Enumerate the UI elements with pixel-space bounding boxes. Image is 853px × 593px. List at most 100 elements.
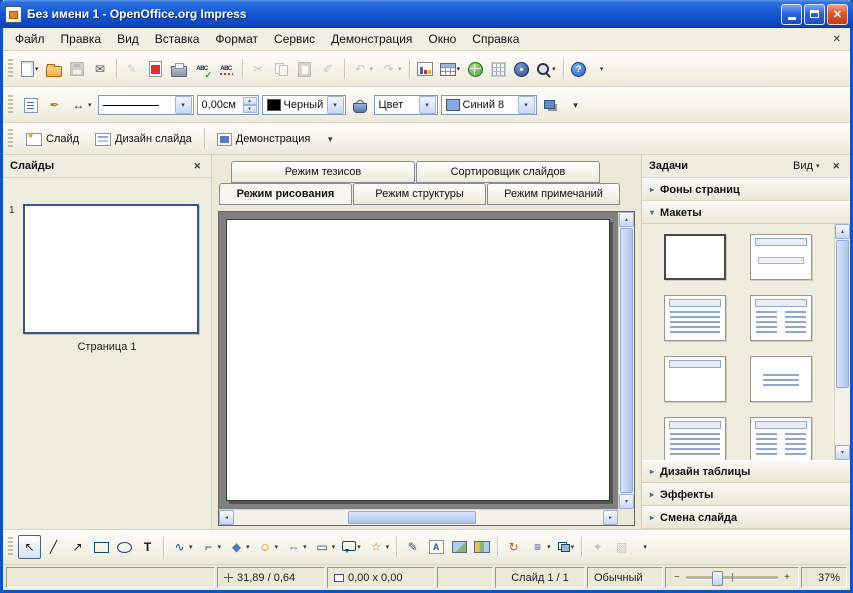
line-width-spinner[interactable]: 0,00см xyxy=(196,95,259,115)
select-button[interactable]: ↖ xyxy=(18,535,41,559)
insert-chart-button[interactable] xyxy=(414,57,436,81)
vertical-scroll-thumb[interactable] xyxy=(620,228,633,493)
zoom-slider-track[interactable] xyxy=(685,570,779,586)
edit-file-button[interactable]: ✎ xyxy=(121,57,144,81)
tab-outline-view[interactable]: Режим структуры xyxy=(353,183,486,205)
toolbar-options-button[interactable] xyxy=(634,535,656,559)
scroll-down-button[interactable] xyxy=(619,494,634,509)
flowchart-button[interactable]: ▭ xyxy=(311,535,339,559)
toolbar-grip[interactable] xyxy=(8,95,13,115)
basic-shapes-button[interactable]: ◆ xyxy=(225,535,253,559)
menu-insert[interactable]: Вставка xyxy=(147,29,208,49)
toolbar-grip[interactable] xyxy=(8,59,13,79)
menu-view[interactable]: Вид xyxy=(109,29,147,49)
fill-style-dropdown-icon[interactable] xyxy=(418,96,436,114)
horizontal-scroll-thumb[interactable] xyxy=(348,511,476,524)
arrange-button[interactable] xyxy=(555,535,578,559)
section-table-design[interactable]: ▸ Дизайн таблицы xyxy=(642,460,850,483)
maximize-button[interactable] xyxy=(804,3,825,25)
spellcheck-button[interactable]: ABC xyxy=(191,57,214,81)
open-button[interactable] xyxy=(43,57,65,81)
section-slide-transition[interactable]: ▸ Смена слайда xyxy=(642,506,850,529)
fill-color-combo[interactable]: Синий 8 xyxy=(440,95,537,115)
zoom-percent-cell[interactable]: 37% xyxy=(801,567,847,588)
rectangle-button[interactable] xyxy=(90,535,112,559)
zoom-button[interactable] xyxy=(533,57,559,81)
minimize-button[interactable] xyxy=(781,3,802,25)
line-style-dropdown-icon[interactable] xyxy=(174,96,192,114)
menu-edit[interactable]: Правка xyxy=(53,29,110,49)
insert-table-button[interactable] xyxy=(437,57,464,81)
edit-points-button[interactable]: ✎ xyxy=(401,535,424,559)
print-button[interactable] xyxy=(168,57,190,81)
gallery-button[interactable] xyxy=(471,535,493,559)
menu-file[interactable]: Файл xyxy=(7,29,53,49)
horizontal-scrollbar[interactable] xyxy=(219,509,618,525)
line-style-combo[interactable] xyxy=(97,95,194,115)
shadow-button[interactable] xyxy=(540,93,562,117)
undo-button[interactable]: ↶ xyxy=(349,57,377,81)
tab-notes-view[interactable]: Режим примечаний xyxy=(487,183,620,205)
menu-tools[interactable]: Сервис xyxy=(266,29,323,49)
save-button[interactable] xyxy=(66,57,88,81)
tab-normal-view[interactable]: Режим рисования xyxy=(219,183,352,205)
toolbar-options-button[interactable] xyxy=(319,127,341,151)
close-slides-panel-button[interactable] xyxy=(190,160,204,173)
layout-title-two-content[interactable] xyxy=(750,295,812,341)
toolbar-options-button[interactable] xyxy=(565,93,587,117)
callouts-button[interactable] xyxy=(339,535,364,559)
layout-centered-text[interactable] xyxy=(750,356,812,402)
document-as-email-button[interactable]: ✉ xyxy=(89,57,112,81)
slide-button[interactable]: Слайд xyxy=(19,130,86,149)
curve-button[interactable]: ∿ xyxy=(168,535,196,559)
zoom-slider-thumb[interactable] xyxy=(711,570,723,586)
auto-spellcheck-button[interactable]: ABC xyxy=(215,57,238,81)
symbol-shapes-button[interactable]: ☺ xyxy=(254,535,282,559)
layout-title-content[interactable] xyxy=(664,295,726,341)
area-button[interactable] xyxy=(349,93,371,117)
line-dialog-button[interactable]: ✒ xyxy=(43,93,66,117)
view-menu-button[interactable]: Вид xyxy=(793,160,819,172)
scroll-up-button[interactable] xyxy=(835,224,850,239)
menu-slideshow[interactable]: Демонстрация xyxy=(323,29,420,49)
section-custom-animation[interactable]: ▸ Эффекты xyxy=(642,483,850,506)
layout-title-subtitle[interactable] xyxy=(750,234,812,280)
horizontal-scroll-track[interactable] xyxy=(234,510,603,525)
format-paintbrush-button[interactable]: ✐ xyxy=(317,57,340,81)
slideshow-button[interactable]: Демонстрация xyxy=(210,130,318,149)
scroll-right-button[interactable] xyxy=(603,510,618,525)
menu-format[interactable]: Формат xyxy=(207,29,266,49)
layout-name-cell[interactable]: Обычный xyxy=(587,567,663,588)
paste-button[interactable] xyxy=(294,57,316,81)
rotate-button[interactable]: ↻ xyxy=(502,535,525,559)
layout-title-only[interactable] xyxy=(664,356,726,402)
scroll-up-button[interactable] xyxy=(619,212,634,227)
new-document-button[interactable] xyxy=(18,57,42,81)
menu-window[interactable]: Окно xyxy=(420,29,464,49)
stars-button[interactable]: ☆ xyxy=(365,535,393,559)
styles-formatting-button[interactable] xyxy=(20,93,42,117)
close-button[interactable] xyxy=(827,3,848,25)
insert-picture-button[interactable] xyxy=(448,535,470,559)
slide-thumbnail[interactable] xyxy=(23,204,199,334)
scroll-left-button[interactable] xyxy=(219,510,234,525)
fontwork-button[interactable]: A xyxy=(425,535,447,559)
toolbar-grip[interactable] xyxy=(8,537,13,557)
line-width-decrease-button[interactable] xyxy=(242,105,257,113)
line-color-combo[interactable]: Черный xyxy=(261,95,346,115)
connector-button[interactable]: ¬ xyxy=(197,535,225,559)
layout-title-content-2[interactable] xyxy=(664,417,726,460)
navigator-button[interactable] xyxy=(510,57,532,81)
line-width-increase-button[interactable] xyxy=(242,97,257,105)
zoom-in-button[interactable] xyxy=(782,572,792,583)
section-layouts[interactable]: ▾ Макеты xyxy=(642,201,850,224)
close-document-icon[interactable] xyxy=(828,33,846,46)
export-pdf-button[interactable] xyxy=(145,57,167,81)
line-arrow-end-button[interactable]: ↗ xyxy=(66,535,89,559)
redo-button[interactable]: ↷ xyxy=(377,57,405,81)
layout-title-two-content-2[interactable] xyxy=(750,417,812,460)
fill-style-combo[interactable]: Цвет xyxy=(373,95,438,115)
tab-handout-view[interactable]: Режим тезисов xyxy=(231,161,415,183)
vertical-scrollbar[interactable] xyxy=(618,212,634,509)
layouts-scrollbar[interactable] xyxy=(834,224,850,460)
